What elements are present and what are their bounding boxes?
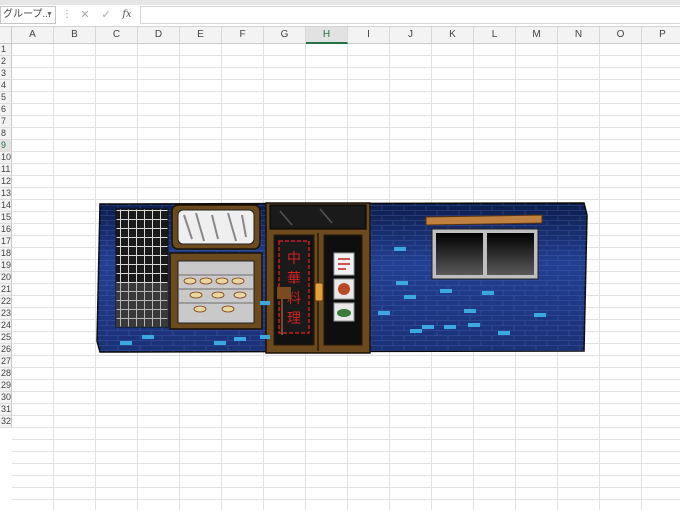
row-header-25[interactable]: 25	[0, 332, 12, 344]
row-header-8[interactable]: 8	[0, 128, 12, 140]
row-header-19[interactable]: 19	[0, 260, 12, 272]
column-header-j[interactable]: J	[390, 27, 432, 44]
row-header-2[interactable]: 2	[0, 56, 12, 68]
chevron-down-icon[interactable]: ▼	[46, 11, 53, 18]
door-handle	[314, 282, 324, 302]
svg-text:理: 理	[287, 311, 301, 327]
column-header-m[interactable]: M	[516, 27, 558, 44]
row-header-11[interactable]: 11	[0, 164, 12, 176]
row-header-22[interactable]: 22	[0, 296, 12, 308]
row-header-4[interactable]: 4	[0, 80, 12, 92]
row-header-27[interactable]: 27	[0, 356, 12, 368]
row-header-32[interactable]: 32	[0, 416, 12, 428]
row-header-21[interactable]: 21	[0, 284, 12, 296]
column-header-i[interactable]: I	[348, 27, 390, 44]
row-header-1[interactable]: 1	[0, 44, 12, 56]
column-header-a[interactable]: A	[12, 27, 54, 44]
row-header-10[interactable]: 10	[0, 152, 12, 164]
row-header-29[interactable]: 29	[0, 380, 12, 392]
select-all-corner[interactable]	[0, 27, 12, 44]
row-header-13[interactable]: 13	[0, 188, 12, 200]
row-header-31[interactable]: 31	[0, 404, 12, 416]
row-header-26[interactable]: 26	[0, 344, 12, 356]
row-header-18[interactable]: 18	[0, 248, 12, 260]
row-header-12[interactable]: 12	[0, 176, 12, 188]
row-header-9[interactable]: 9	[0, 140, 12, 152]
column-header-f[interactable]: F	[222, 27, 264, 44]
row-header-24[interactable]: 24	[0, 320, 12, 332]
row-header-6[interactable]: 6	[0, 104, 12, 116]
storefront-illustration[interactable]: 中 華 料 理	[96, 201, 588, 354]
row-header-17[interactable]: 17	[0, 236, 12, 248]
formula-input[interactable]	[140, 6, 680, 24]
row-header-16[interactable]: 16	[0, 224, 12, 236]
row-header-30[interactable]: 30	[0, 392, 12, 404]
svg-text:華: 華	[287, 271, 301, 287]
insert-function-icon[interactable]: fx	[118, 7, 136, 23]
cancel-icon[interactable]: ✕	[76, 7, 94, 23]
column-header-d[interactable]: D	[138, 27, 180, 44]
column-header-g[interactable]: G	[264, 27, 306, 44]
column-header-k[interactable]: K	[432, 27, 474, 44]
column-header-c[interactable]: C	[96, 27, 138, 44]
column-header-o[interactable]: O	[600, 27, 642, 44]
row-header-20[interactable]: 20	[0, 272, 12, 284]
row-header-14[interactable]: 14	[0, 200, 12, 212]
row-header-23[interactable]: 23	[0, 308, 12, 320]
enter-icon[interactable]: ✓	[97, 7, 115, 23]
row-header-15[interactable]: 15	[0, 212, 12, 224]
column-header-b[interactable]: B	[54, 27, 96, 44]
column-header-n[interactable]: N	[558, 27, 600, 44]
more-icon: ⋮	[62, 9, 72, 20]
column-header-h[interactable]: H	[306, 27, 348, 44]
column-header-e[interactable]: E	[180, 27, 222, 44]
column-header-l[interactable]: L	[474, 27, 516, 44]
noren-kanji: 中	[287, 251, 301, 267]
awning-board	[425, 214, 543, 226]
column-header-p[interactable]: P	[642, 27, 680, 44]
row-header-7[interactable]: 7	[0, 116, 12, 128]
formula-bar: グループ... ▼ ⋮ ✕ ✓ fx	[0, 5, 680, 27]
row-header-28[interactable]: 28	[0, 368, 12, 380]
row-header-5[interactable]: 5	[0, 92, 12, 104]
row-header-3[interactable]: 3	[0, 68, 12, 80]
name-box-value: グループ...	[3, 9, 51, 20]
